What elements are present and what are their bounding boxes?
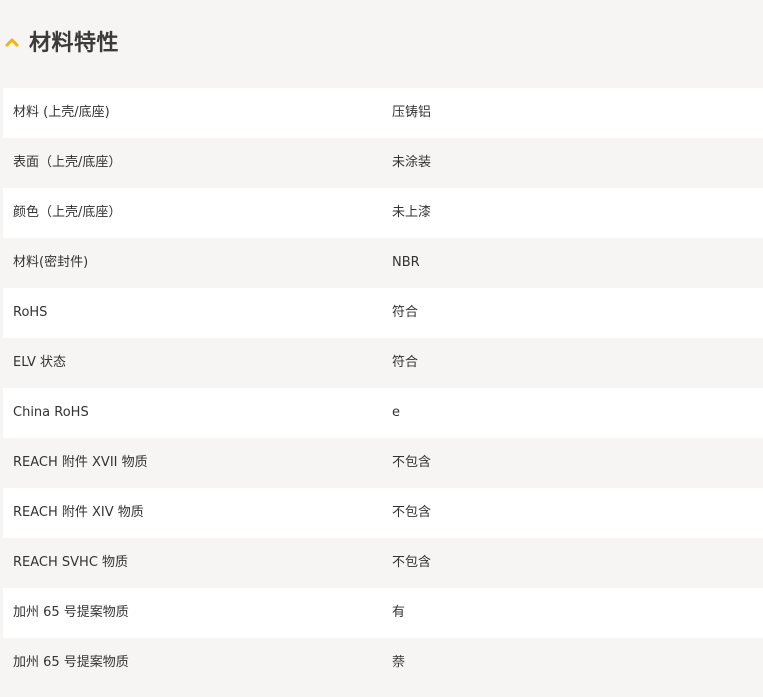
table-row: REACH SVHC 物质 不包含 <box>3 538 763 588</box>
table-row: 颜色（上壳/底座） 未上漆 <box>3 188 763 238</box>
row-label: RoHS <box>13 305 48 320</box>
table-row: ELV 状态 符合 <box>3 338 763 388</box>
row-value: 未上漆 <box>392 205 432 220</box>
row-value: 不包含 <box>392 505 432 520</box>
row-value: 未涂装 <box>392 155 432 170</box>
table-row: 材料 (上壳/底座) 压铸铝 <box>3 88 763 138</box>
row-label: 表面（上壳/底座） <box>13 155 122 170</box>
row-label: 颜色（上壳/底座） <box>13 205 122 220</box>
material-properties-panel: 材料特性 材料 (上壳/底座) 压铸铝 表面（上壳/底座） 未涂装 颜色（上壳/… <box>0 0 763 697</box>
row-label: REACH SVHC 物质 <box>13 555 129 570</box>
row-label: 加州 65 号提案物质 <box>13 655 129 670</box>
row-label: China RoHS <box>13 405 89 420</box>
table-row: 加州 65 号提案物质 萘 <box>3 638 763 688</box>
row-value: 符合 <box>392 305 419 320</box>
row-label: 材料(密封件) <box>13 255 89 270</box>
table-row: RoHS 符合 <box>3 288 763 338</box>
row-label: 材料 (上壳/底座) <box>13 105 110 120</box>
row-label: REACH 附件 XIV 物质 <box>13 505 144 520</box>
row-value: 压铸铝 <box>392 105 432 120</box>
row-label: REACH 附件 XVII 物质 <box>13 455 148 470</box>
row-value: NBR <box>392 255 420 270</box>
table-row: REACH 附件 XVII 物质 不包含 <box>3 438 763 488</box>
section-title: 材料特性 <box>29 31 120 56</box>
row-value: 有 <box>392 605 406 620</box>
chevron-up-icon[interactable] <box>5 37 19 47</box>
table-row: China RoHS e <box>3 388 763 438</box>
table-row: 材料(密封件) NBR <box>3 238 763 288</box>
row-value: e <box>392 405 400 420</box>
row-value: 不包含 <box>392 555 432 570</box>
table-row: 表面（上壳/底座） 未涂装 <box>3 138 763 188</box>
section-header-material-properties[interactable]: 材料特性 <box>0 0 763 88</box>
row-label: 加州 65 号提案物质 <box>13 605 129 620</box>
table-row: 加州 65 号提案物质 有 <box>3 588 763 638</box>
row-value: 萘 <box>392 655 406 670</box>
spec-table: 材料 (上壳/底座) 压铸铝 表面（上壳/底座） 未涂装 颜色（上壳/底座） 未… <box>3 88 763 688</box>
row-value: 符合 <box>392 355 419 370</box>
table-row: REACH 附件 XIV 物质 不包含 <box>3 488 763 538</box>
row-value: 不包含 <box>392 455 432 470</box>
row-label: ELV 状态 <box>13 355 67 370</box>
